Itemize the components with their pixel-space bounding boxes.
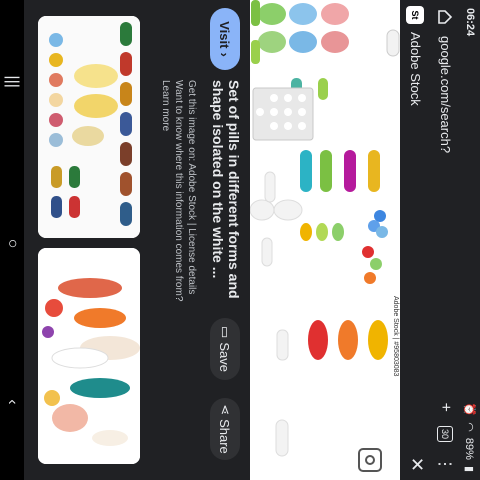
save-button[interactable]: ▭ Save [210, 318, 240, 380]
browser-tools: + 30 ⋮ [435, 403, 455, 472]
navigation-bar: ||| ○ ‹ [0, 0, 24, 480]
blister-pack [252, 87, 314, 141]
related-image-2[interactable] [38, 248, 140, 464]
visit-label: Visit [217, 21, 233, 49]
phone-screen: 06:24 ⏰ ◠ 89% ▮ google.com/search? + 30 … [0, 0, 480, 480]
chevron-right-icon: › [217, 52, 233, 57]
preview-image[interactable]: Adobe Stock | #95803083 [250, 0, 400, 480]
home-icon[interactable] [436, 8, 454, 26]
status-bar: 06:24 ⏰ ◠ 89% ▮ [458, 0, 480, 480]
close-icon[interactable]: ✕ [406, 457, 427, 472]
source-strip: St Adobe Stock ✕ [400, 0, 432, 480]
tab-switcher-button[interactable]: 30 [437, 426, 453, 442]
related-results [34, 0, 144, 480]
result-info-panel: Visit › Set of pills in different forms … [148, 0, 248, 480]
menu-icon[interactable]: ⋮ [435, 456, 455, 472]
license-line[interactable]: Get this image on: Adobe Stock | License… [185, 80, 198, 320]
alarm-icon: ⏰ [463, 402, 475, 417]
share-label: Share [217, 419, 233, 454]
new-tab-button[interactable]: + [436, 403, 454, 412]
dragee-pills [300, 210, 388, 284]
large-oval-pills [308, 320, 388, 360]
colorful-pills-image [38, 248, 140, 464]
image-credit: Adobe Stock | #95803083 [392, 296, 399, 377]
info-notice: Get this image on: Adobe Stock | License… [159, 80, 198, 320]
battery-percent: 89% [463, 437, 476, 460]
clock: 06:24 [464, 8, 476, 37]
address-bar: google.com/search? + 30 ⋮ [432, 0, 458, 480]
round-tablets [258, 3, 349, 53]
home-button[interactable]: ○ [3, 239, 21, 249]
source-name[interactable]: Adobe Stock [408, 32, 423, 106]
visit-button[interactable]: Visit › [210, 8, 240, 70]
result-title[interactable]: Set of pills in different forms and shap… [210, 80, 242, 320]
related-image-1[interactable] [38, 16, 140, 238]
recents-button[interactable]: ||| [3, 75, 21, 87]
save-label: Save [217, 342, 233, 372]
battery-icon: ▮ [463, 465, 475, 472]
pill-assortment-image [38, 16, 140, 238]
share-icon: ⋖ [218, 404, 233, 416]
status-icons: ⏰ ◠ 89% ▮ [463, 403, 476, 472]
lens-search-icon[interactable] [358, 448, 382, 472]
share-button[interactable]: ⋖ Share [210, 398, 240, 460]
white-pills [250, 171, 303, 457]
source-notice: Want to know where this information come… [160, 80, 184, 302]
back-button[interactable]: ‹ [3, 399, 21, 404]
wifi-icon: ◠ [463, 422, 475, 432]
bookmark-icon: ▭ [218, 326, 233, 339]
pills-illustration [250, 0, 400, 457]
url-field[interactable]: google.com/search? [438, 36, 453, 153]
colored-capsules [300, 150, 380, 192]
source-favicon: St [406, 6, 424, 24]
